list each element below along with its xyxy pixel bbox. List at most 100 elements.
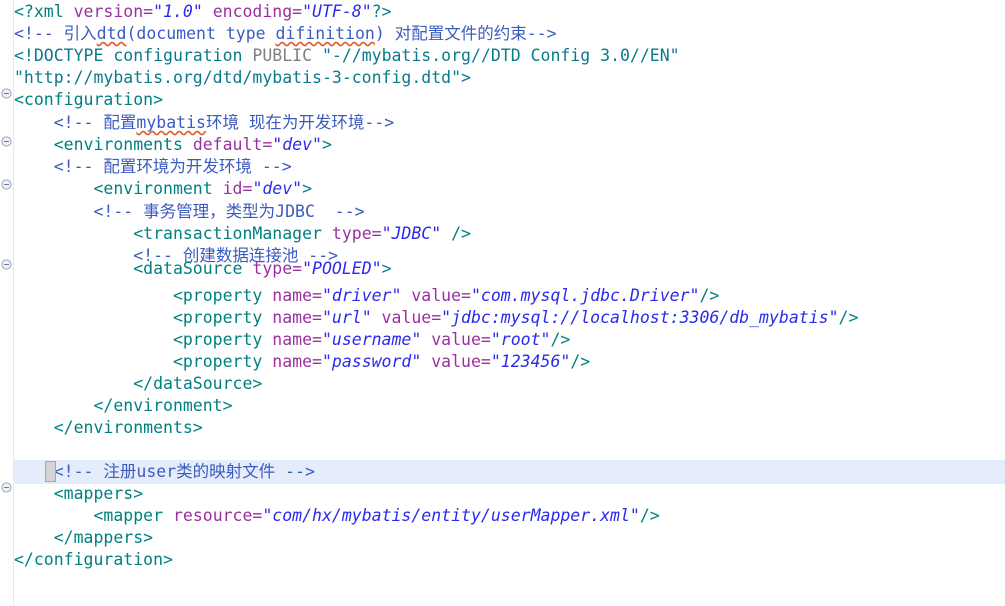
code-token: resource= [172,506,263,525]
code-line[interactable]: <!-- 配置环境为开发环境 --> [0,155,1005,179]
code-token: "UTF-8" [302,2,372,21]
code-line[interactable]: <!DOCTYPE configuration PUBLIC "-//mybat… [0,44,1005,68]
code-line[interactable]: <transactionManager type="JDBC" /> [0,222,1005,246]
code-token: /> [699,286,720,305]
code-token: "dev" [272,135,322,154]
code-line[interactable]: </mappers> [0,526,1005,550]
fold-marker-environments[interactable] [1,136,12,147]
code-token: type= [252,259,303,278]
code-token: name= [272,330,322,349]
code-line-text: <!-- 配置环境为开发环境 --> [0,155,292,179]
code-token: </mappers> [14,528,154,547]
code-line-text: <property name="username" value="root"/> [0,328,570,352]
code-line-text: <environment id="dev"> [0,177,312,201]
code-line-text: <dataSource type="POOLED"> [0,257,392,281]
code-token: "JDBC" [381,224,442,243]
code-token: /> [441,224,471,243]
code-token: type= [331,224,382,243]
fold-marker-datasource[interactable] [1,259,12,270]
code-token: <?xml [14,2,74,21]
fold-marker-mappers[interactable] [1,482,12,493]
code-line-text: <!-- 注册user类的映射文件 --> [0,460,315,484]
code-token: name= [272,352,322,371]
code-token: ) 对配置文件的约束--> [374,24,557,43]
code-line[interactable]: <environments default="dev"> [0,133,1005,157]
code-line[interactable]: <property name="driver" value="com.mysql… [0,284,1005,308]
code-line[interactable]: <property name="url" value="jdbc:mysql:/… [0,306,1005,330]
code-line[interactable]: </configuration> [0,548,1005,572]
code-line[interactable]: <configuration> [0,88,1005,112]
code-line[interactable] [0,438,1005,462]
code-token: "url" [321,308,372,327]
code-line-text: <configuration> [0,88,163,112]
code-line[interactable]: <dataSource type="POOLED"> [0,257,1005,281]
code-token: <mapper [14,506,173,525]
code-token: value= [421,352,491,371]
code-line[interactable]: <!-- 注册user类的映射文件 --> [0,460,1005,484]
code-token: </environment> [14,396,233,415]
code-token: "username" [321,330,422,349]
xml-code-editor[interactable]: <?xml version="1.0" encoding="UTF-8"?> <!… [0,0,1005,606]
code-token: <!-- 事务管理，类型为JDBC --> [14,202,365,221]
code-token: (document type [126,24,276,43]
code-line-text: <property name="url" value="jdbc:mysql:/… [0,306,858,330]
code-token: "password" [321,352,422,371]
code-line-text: <!DOCTYPE configuration PUBLIC "-//mybat… [0,44,680,68]
code-line[interactable]: "http://mybatis.org/dtd/mybatis-3-config… [0,66,1005,90]
code-token: <environments [14,135,193,154]
code-line-text: <property name="driver" value="com.mysql… [0,284,719,308]
code-token: <!-- 配置 [14,113,137,132]
code-token: <property [14,308,273,327]
code-line[interactable]: <!-- 配置mybatis环境 现在为开发环境--> [0,111,1005,135]
code-token: name= [272,286,322,305]
code-token: <!DOCTYPE configuration [14,46,253,65]
code-token: id= [222,179,253,198]
code-line-text: <?xml version="1.0" encoding="UTF-8"?> [0,0,392,24]
fold-marker-configuration[interactable] [1,88,12,99]
code-token: /> [570,352,591,371]
code-token: "dev" [252,179,303,198]
code-token: <environment [14,179,223,198]
code-token: dtd [96,24,127,43]
code-token: </environments> [14,418,203,437]
code-line[interactable]: <environment id="dev"> [0,177,1005,201]
code-line-text: <mapper resource="com/hx/mybatis/entity/… [0,504,660,528]
code-line[interactable]: <!-- 引入dtd(document type difinition) 对配置… [0,22,1005,46]
code-token: name= [272,308,322,327]
code-token: /> [838,308,859,327]
code-line[interactable]: <?xml version="1.0" encoding="UTF-8"?> [0,0,1005,24]
code-line[interactable]: <!-- 事务管理，类型为JDBC --> [0,200,1005,224]
code-token: <property [14,352,273,371]
code-surface[interactable]: <?xml version="1.0" encoding="UTF-8"?> <!… [0,0,1005,606]
code-line[interactable]: <property name="username" value="root"/> [0,328,1005,352]
code-line[interactable]: </environments> [0,416,1005,440]
editor-gutter[interactable] [0,0,14,606]
code-token: <!-- 注册user类的映射文件 --> [14,462,315,481]
code-token: "com.mysql.jdbc.Driver" [470,286,700,305]
code-line-text: <mappers> [0,482,143,506]
code-line-text: <!-- 事务管理，类型为JDBC --> [0,200,365,224]
code-token: /> [639,506,660,525]
code-token: </dataSource> [14,374,263,393]
code-line[interactable]: <property name="password" value="123456"… [0,350,1005,374]
code-token: /> [550,330,571,349]
code-line[interactable]: <mapper resource="com/hx/mybatis/entity/… [0,504,1005,528]
code-line-text: <transactionManager type="JDBC" /> [0,222,471,246]
code-token: ?> [371,2,392,21]
code-token: "1.0" [153,2,203,21]
code-token: value= [371,308,442,327]
fold-marker-environment[interactable] [1,179,12,190]
code-line-text: <environments default="dev"> [0,133,332,157]
code-line[interactable]: </environment> [0,394,1005,418]
code-token: <transactionManager [14,224,332,243]
code-token: "POOLED" [302,259,382,278]
code-token: encoding= [202,2,303,21]
code-line[interactable]: <mappers> [0,482,1005,506]
code-line[interactable]: </dataSource> [0,372,1005,396]
code-line-text: </configuration> [0,548,173,572]
code-token: PUBLIC [252,46,313,65]
code-token: > [321,135,332,154]
code-token: "com/hx/mybatis/entity/userMapper.xml" [262,506,640,525]
code-token: > [381,259,392,278]
code-token: difinition [275,24,375,43]
